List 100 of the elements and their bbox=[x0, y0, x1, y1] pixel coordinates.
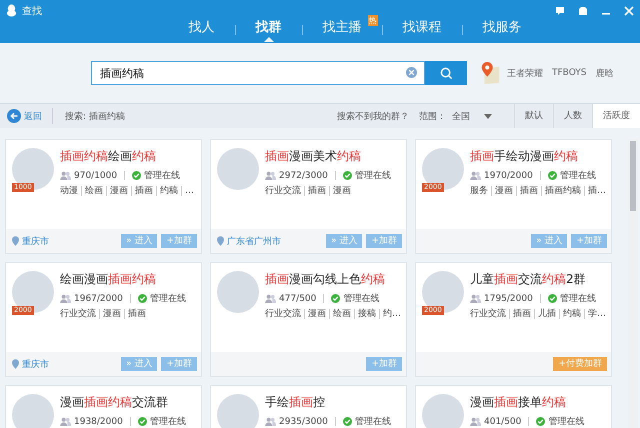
admin-status: 管理在线 bbox=[343, 292, 380, 305]
clear-icon[interactable] bbox=[406, 67, 417, 78]
group-tag: 动漫 bbox=[60, 186, 81, 196]
search-icon bbox=[440, 66, 452, 80]
location-label: 广东省广州市 bbox=[227, 236, 281, 248]
nav-tab[interactable]: 找主播 热 bbox=[302, 18, 382, 42]
member-count: 2972/3000 bbox=[279, 170, 328, 180]
group-tag: 插画 bbox=[509, 309, 534, 319]
member-count: 1967/2000 bbox=[74, 294, 123, 304]
penguin-icon bbox=[6, 4, 17, 17]
people-icon bbox=[265, 294, 276, 303]
group-tag: 约稿 bbox=[156, 186, 181, 196]
group-title[interactable]: 漫画插画接单约稿 bbox=[470, 394, 584, 411]
nav-tab[interactable]: 找人 bbox=[168, 18, 234, 42]
location-pin-icon bbox=[217, 236, 224, 246]
people-icon bbox=[470, 171, 481, 180]
group-tag: 插画 bbox=[304, 186, 329, 196]
people-icon bbox=[60, 171, 71, 180]
close-icon[interactable] bbox=[624, 6, 634, 16]
check-icon bbox=[342, 171, 352, 180]
group-tag: 插画 bbox=[516, 186, 541, 196]
member-count: 1938/2000 bbox=[74, 416, 123, 426]
group-tag: 行业交流 bbox=[60, 309, 99, 319]
check-icon bbox=[132, 171, 142, 180]
group-title[interactable]: 绘画漫画插画约稿 bbox=[60, 271, 186, 288]
back-button[interactable]: 返回 bbox=[0, 108, 53, 124]
hot-word-link[interactable]: 王者荣耀 bbox=[507, 66, 543, 80]
admin-status: 管理在线 bbox=[144, 170, 180, 182]
group-title[interactable]: 儿童插画交流约稿2群 bbox=[470, 271, 606, 288]
group-tag: 行业交流 bbox=[265, 186, 304, 196]
group-title[interactable]: 插画漫画勾线上色约稿 bbox=[265, 271, 401, 288]
nav-tab[interactable]: 找服务 bbox=[462, 18, 542, 42]
group-title[interactable]: 插画漫画美术约稿 bbox=[265, 148, 391, 165]
admin-status: 管理在线 bbox=[354, 170, 391, 182]
group-tag: 约稿 bbox=[559, 309, 584, 319]
group-title[interactable]: 插画手绘动漫画约稿 bbox=[470, 148, 606, 165]
people-icon bbox=[265, 417, 276, 426]
group-tag: 漫画 bbox=[99, 309, 124, 319]
range-label: 范围： bbox=[419, 110, 446, 122]
group-title[interactable]: 漫画插画约稿交流群 bbox=[60, 394, 186, 411]
skin-icon[interactable] bbox=[578, 6, 588, 16]
group-tag: 服务 bbox=[470, 186, 491, 196]
location-label: 重庆市 bbox=[22, 236, 49, 248]
group-tag: 插画 bbox=[131, 186, 156, 196]
map-pin-icon[interactable] bbox=[479, 61, 501, 85]
member-count: 1795/2000 bbox=[484, 294, 533, 304]
member-count: 1970/2000 bbox=[484, 170, 533, 180]
admin-status: 管理在线 bbox=[548, 416, 584, 428]
search-button[interactable] bbox=[425, 61, 467, 85]
sort-tab[interactable]: 默认 bbox=[514, 104, 553, 128]
location-label: 重庆市 bbox=[22, 358, 49, 370]
member-count: 477/500 bbox=[279, 294, 316, 304]
avatar-placeholder bbox=[217, 148, 259, 190]
people-icon bbox=[60, 417, 71, 426]
group-tag: 插画 bbox=[124, 309, 149, 319]
admin-status: 管理在线 bbox=[150, 416, 186, 428]
avatar-placeholder bbox=[217, 271, 259, 313]
admin-status: 管理在线 bbox=[560, 170, 596, 182]
hot-word-link[interactable]: TFBOYS bbox=[552, 68, 586, 78]
group-tag: 行业交流 bbox=[265, 309, 304, 319]
group-title[interactable]: 插画约稿绘画约稿 bbox=[60, 148, 196, 165]
member-count: 401/500 bbox=[484, 416, 522, 426]
group-tag: 漫画 bbox=[304, 309, 329, 319]
group-tag: 绘画 bbox=[81, 186, 106, 196]
member-count: 970/1000 bbox=[74, 170, 118, 180]
range-dropdown[interactable]: 全国 bbox=[452, 110, 506, 122]
group-tag: 接稿 bbox=[354, 309, 379, 319]
group-tag: 漫画 bbox=[329, 186, 354, 196]
caret-icon bbox=[484, 114, 492, 118]
scrollbar[interactable] bbox=[628, 139, 638, 428]
group-title[interactable]: 手绘插画控 bbox=[265, 394, 391, 411]
check-icon bbox=[548, 294, 557, 303]
group-tag: 漫画 bbox=[106, 186, 131, 196]
group-tag: 行业交流 bbox=[470, 309, 509, 319]
group-tag: 漫画 bbox=[491, 186, 516, 196]
check-icon bbox=[548, 171, 557, 180]
admin-status: 管理在线 bbox=[560, 292, 596, 305]
people-icon bbox=[60, 294, 71, 303]
help-link[interactable]: 搜索不到我的群？ bbox=[337, 110, 409, 122]
group-tag: 约… bbox=[379, 309, 404, 319]
people-icon bbox=[470, 294, 481, 303]
location-pin-icon bbox=[12, 236, 19, 246]
scrollbar-thumb[interactable] bbox=[630, 141, 636, 211]
group-tag: … bbox=[181, 186, 197, 196]
location-pin-icon bbox=[12, 359, 19, 369]
check-icon bbox=[331, 294, 340, 303]
group-tag: 插画约稿 bbox=[541, 186, 584, 196]
people-icon bbox=[470, 417, 481, 426]
group-tag: 儿插 bbox=[534, 309, 559, 319]
group-tag: 绘画 bbox=[329, 309, 354, 319]
search-field[interactable]: 插画约稿 bbox=[91, 61, 425, 85]
admin-status: 管理在线 bbox=[150, 292, 186, 305]
feedback-icon[interactable] bbox=[555, 6, 565, 16]
check-icon bbox=[138, 294, 147, 303]
hot-word-link[interactable]: 鹿晗 bbox=[596, 66, 614, 80]
nav-tab[interactable]: 找群 bbox=[236, 18, 302, 42]
nav-tab[interactable]: 找课程 bbox=[382, 18, 462, 42]
sort-tab[interactable]: 活跃度 bbox=[592, 104, 640, 128]
hot-badge: 热 bbox=[368, 15, 378, 26]
group-tag: 插… bbox=[584, 186, 609, 196]
